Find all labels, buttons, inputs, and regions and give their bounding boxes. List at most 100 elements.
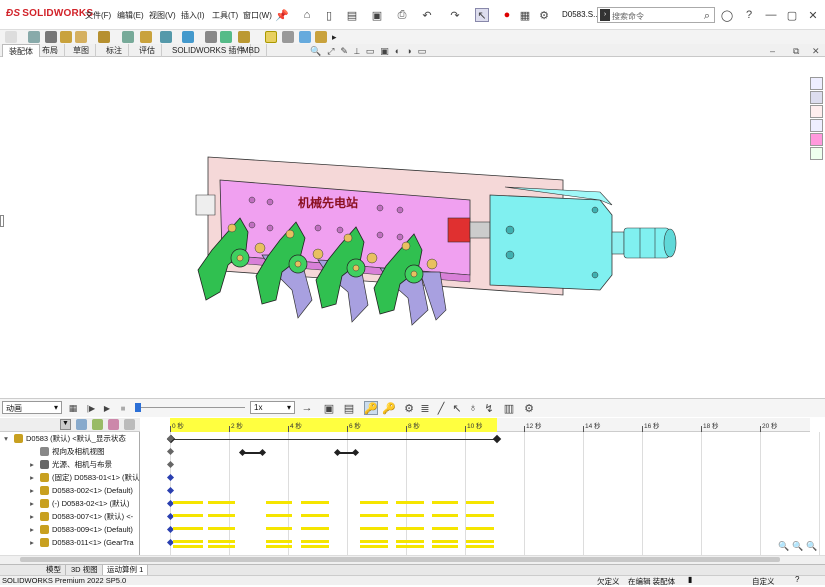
appearances-icon[interactable] (810, 133, 823, 146)
playback-speed-select[interactable]: 1x ▾ (250, 401, 295, 414)
force-icon[interactable]: ↖ (450, 401, 464, 415)
motion-key-bar[interactable] (360, 514, 388, 517)
menu-file[interactable]: 文件(F) (85, 10, 111, 21)
file-explorer-icon[interactable] (810, 105, 823, 118)
motion-key-bar[interactable] (301, 514, 329, 517)
heads-up-view-toolbar[interactable]: 🔍⤢✎⟂▭▣◐◑▭ (310, 46, 432, 57)
assembly-time-bar[interactable] (172, 439, 497, 440)
spring-icon[interactable]: ≣ (418, 401, 432, 415)
motion-key-bar[interactable] (396, 514, 424, 517)
rebuild-status-icon[interactable]: ▮ (688, 575, 692, 584)
damper-icon[interactable]: ╱ (434, 401, 448, 415)
motion-key-bar[interactable] (301, 540, 329, 543)
motion-key-bar[interactable] (432, 540, 458, 543)
motion-key-bar[interactable] (301, 501, 329, 504)
motion-key-bar[interactable] (396, 501, 424, 504)
key-point[interactable] (166, 447, 175, 456)
playback-slider-track[interactable] (135, 407, 245, 408)
key-point[interactable] (333, 448, 342, 457)
insert-component-icon[interactable] (28, 31, 40, 43)
search-icon[interactable]: ⌕ (700, 9, 714, 23)
playback-slider-thumb[interactable] (135, 403, 141, 412)
motor-icon[interactable]: ⚙ (402, 401, 416, 415)
motion-key-bar[interactable] (266, 527, 292, 530)
view-palette-icon[interactable] (810, 119, 823, 132)
play-icon[interactable]: ▶ (100, 401, 114, 415)
motion-key-bar[interactable] (208, 501, 235, 504)
help-status-icon[interactable]: ? (795, 575, 799, 584)
large-assembly-icon[interactable] (315, 31, 327, 43)
options-icon[interactable]: ⚙ (537, 8, 551, 22)
motion-key-bar[interactable] (266, 545, 292, 548)
motion-key-bar[interactable] (360, 527, 388, 530)
motion-key-bar[interactable] (208, 514, 235, 517)
animation-wizard-icon[interactable]: ▤ (342, 401, 356, 415)
stop-icon[interactable]: ■ (116, 401, 130, 415)
reference-geometry-icon[interactable] (182, 31, 194, 43)
open-icon[interactable]: ▤ (345, 8, 359, 22)
motion-key-bar[interactable] (301, 545, 329, 548)
save-icon[interactable]: ▣ (370, 8, 384, 22)
motion-properties-icon[interactable]: ⚙ (522, 401, 536, 415)
timeline-zoom-controls[interactable]: 🔍🔍🔍 (778, 541, 821, 552)
motion-key-bar[interactable] (301, 527, 329, 530)
instant3d-icon[interactable] (265, 31, 277, 43)
print-icon[interactable]: ⎙ (395, 8, 409, 22)
play-from-start-icon[interactable]: |▶ (84, 401, 98, 415)
study-type-select[interactable]: 动画 ▾ (2, 401, 62, 414)
viewport-close-icon[interactable]: ✕ (812, 46, 820, 57)
update-speedpak-icon[interactable] (282, 31, 294, 43)
maximize-icon[interactable]: ▢ (785, 8, 799, 22)
tab-motion-study-1[interactable]: 运动算例 1 (103, 565, 149, 575)
select-icon[interactable]: ↖ (475, 8, 489, 22)
motion-key-bar[interactable] (432, 514, 458, 517)
motion-key-bar[interactable] (266, 501, 292, 504)
edit-component-icon[interactable] (5, 31, 17, 43)
tab-3d-views[interactable]: 3D 视图 (67, 565, 103, 575)
motion-key-bar[interactable] (173, 514, 203, 517)
assembly-features-icon[interactable] (160, 31, 172, 43)
user-icon[interactable]: ◯ (720, 8, 734, 22)
key-point[interactable] (492, 434, 502, 444)
pin-icon[interactable]: 📌 (275, 8, 289, 22)
minimize-icon[interactable]: — (764, 8, 778, 22)
component-preview-icon[interactable] (60, 31, 72, 43)
contact-icon[interactable]: ♁ (466, 401, 480, 415)
tab-sketch[interactable]: 草图 (67, 44, 96, 57)
gravity-icon[interactable]: ↯ (482, 401, 496, 415)
linear-pattern-icon[interactable] (75, 31, 87, 43)
motion-key-bar[interactable] (173, 545, 203, 548)
key-point[interactable] (258, 448, 267, 457)
motion-key-bar[interactable] (173, 501, 203, 504)
rebuild-icon[interactable]: ● (500, 8, 514, 22)
motion-key-bar[interactable] (173, 540, 203, 543)
motion-key-bar[interactable] (360, 545, 388, 548)
motion-key-bar[interactable] (396, 545, 424, 548)
save-animation-icon[interactable]: ▣ (322, 401, 336, 415)
key-point[interactable] (166, 473, 175, 482)
menu-tools[interactable]: 工具(T) (212, 10, 238, 21)
playback-mode-icon[interactable]: → (300, 401, 314, 415)
new-motion-study-icon[interactable] (205, 31, 217, 43)
menu-insert[interactable]: 插入(I) (181, 10, 205, 21)
motion-key-bar[interactable] (208, 540, 235, 543)
menu-edit[interactable]: 编辑(E) (117, 10, 144, 21)
motion-key-bar[interactable] (208, 545, 235, 548)
motion-key-bar[interactable] (432, 545, 458, 548)
bill-of-materials-icon[interactable] (220, 31, 232, 43)
take-snapshot-icon[interactable] (299, 31, 311, 43)
motion-key-bar[interactable] (432, 527, 458, 530)
autokey-icon[interactable]: 🔑 (364, 401, 378, 415)
calculate-icon[interactable]: ▦ (66, 401, 80, 415)
mate-icon[interactable] (45, 31, 57, 43)
tab-markup[interactable]: 标注 (100, 44, 129, 57)
tab-mbd[interactable]: MBD (236, 44, 267, 57)
file-properties-icon[interactable]: ▦ (518, 8, 532, 22)
viewport-restore-icon[interactable]: ⧉ (793, 46, 799, 57)
results-icon[interactable]: ▥ (502, 401, 516, 415)
tab-assembly[interactable]: 装配体 (2, 44, 40, 57)
key-point[interactable] (166, 460, 175, 469)
solidworks-resources-icon[interactable] (810, 77, 823, 90)
viewport-minimize-icon[interactable]: – (770, 46, 775, 56)
custom-properties-icon[interactable] (810, 147, 823, 160)
